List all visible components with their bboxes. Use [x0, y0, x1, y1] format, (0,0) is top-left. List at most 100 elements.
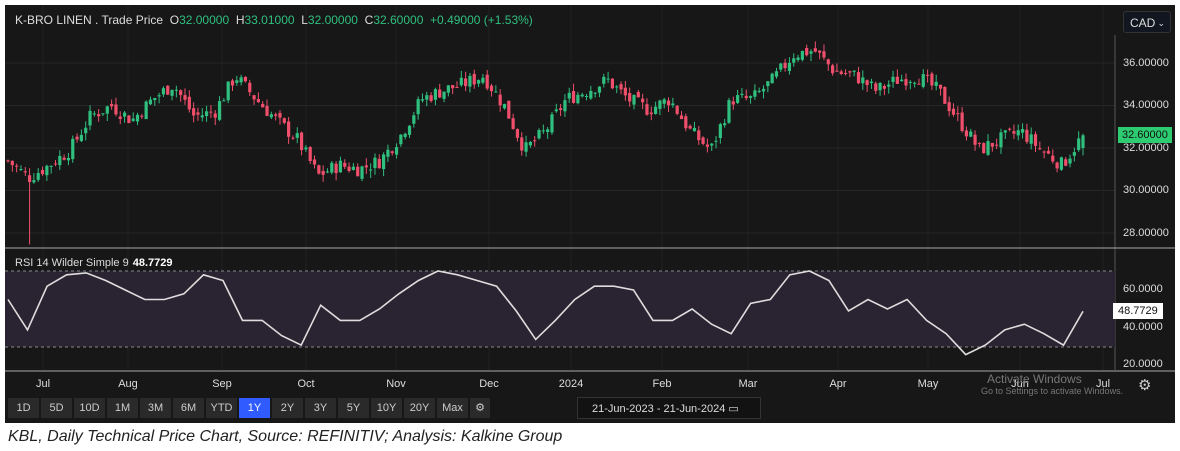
rsi-tick: 20.0000 — [1123, 358, 1163, 370]
candle-body — [343, 162, 347, 167]
candle-body — [84, 127, 88, 134]
month-label: Mar — [738, 378, 758, 390]
candle-body — [502, 103, 507, 109]
candle-body — [364, 165, 368, 168]
candle-body — [645, 104, 649, 115]
candle-body — [753, 90, 757, 97]
candle-body — [537, 130, 541, 139]
range-button-ytd[interactable]: YTD — [206, 398, 237, 418]
range-button-max[interactable]: Max — [437, 398, 468, 418]
candle-body — [973, 134, 977, 145]
candle-body — [632, 94, 636, 105]
range-button-5y[interactable]: 5Y — [338, 398, 369, 418]
candle-body — [792, 58, 796, 63]
candle-body — [891, 76, 895, 83]
candle-body — [524, 142, 528, 152]
candle-body — [813, 48, 817, 52]
range-button-3m[interactable]: 3M — [140, 398, 171, 418]
candle-body — [1025, 129, 1029, 142]
candle-body — [705, 144, 709, 147]
month-label: Oct — [297, 378, 315, 390]
range-button-1m[interactable]: 1M — [107, 398, 138, 418]
price-chart[interactable] — [5, 5, 1175, 423]
month-label: Apr — [829, 378, 847, 390]
range-button-5d[interactable]: 5D — [41, 398, 72, 418]
candle-body — [282, 118, 286, 123]
month-label: Jul — [35, 378, 51, 390]
month-label: Dec — [479, 378, 499, 390]
axis-settings-icon[interactable]: ⚙ — [1138, 376, 1151, 394]
candle-body — [192, 108, 196, 116]
range-button-10d[interactable]: 10D — [74, 398, 105, 418]
candle-body — [610, 78, 615, 89]
range-button-3y[interactable]: 3Y — [305, 398, 336, 418]
candle-body — [226, 81, 230, 101]
candle-body — [947, 102, 951, 112]
candle-body — [675, 105, 679, 114]
candle-body — [904, 79, 908, 86]
candle-body — [1042, 151, 1046, 153]
candle-body — [204, 111, 209, 117]
range-button-20y[interactable]: 20Y — [404, 398, 435, 418]
candle-body — [869, 81, 874, 84]
candle-body — [995, 144, 999, 146]
candle-body — [679, 115, 684, 120]
candle-body — [256, 99, 261, 103]
candle-body — [153, 97, 157, 101]
candle-body — [964, 130, 969, 137]
candle-body — [390, 151, 394, 154]
candle-body — [442, 91, 446, 99]
candle-body — [114, 104, 118, 115]
candle-body — [127, 115, 131, 124]
date-range-picker[interactable]: 21-Jun-2023 - 21-Jun-2024 ▭ — [577, 397, 761, 419]
settings-gear-icon[interactable]: ⚙ — [470, 398, 490, 418]
candle-body — [485, 74, 489, 89]
candle-body — [105, 106, 109, 114]
candle-body — [369, 169, 373, 171]
candle-body — [265, 105, 269, 116]
candle-body — [261, 103, 265, 108]
range-button-10y[interactable]: 10Y — [371, 398, 402, 418]
candle-body — [170, 89, 174, 96]
rsi-header: RSI 14 Wilder Simple 9 48.7729 — [15, 257, 172, 269]
rsi-tick: 60.0000 — [1123, 283, 1163, 295]
candle-body — [110, 103, 114, 107]
candle-body — [830, 65, 835, 74]
candle-body — [861, 77, 865, 84]
range-button-6m[interactable]: 6M — [173, 398, 204, 418]
month-label: Feb — [652, 378, 672, 390]
candle-body — [559, 108, 563, 111]
candle-body — [1051, 155, 1055, 162]
candle-body — [714, 140, 718, 142]
candle-body — [75, 136, 79, 140]
watermark-subtitle: Go to Settings to activate Windows. — [981, 386, 1124, 396]
candle-body — [420, 99, 425, 101]
range-button-1d[interactable]: 1D — [8, 398, 39, 418]
currency-select[interactable]: CAD ⌄ — [1123, 11, 1171, 33]
price-tick: 36.00000 — [1123, 57, 1169, 69]
candle-body — [960, 112, 964, 131]
candle-body — [308, 147, 312, 162]
candle-body — [809, 51, 813, 54]
candle-body — [386, 149, 390, 157]
price-tick: 30.00000 — [1123, 184, 1169, 196]
candle-body — [217, 101, 222, 120]
candle-body — [330, 162, 334, 173]
date-range-value: 21-Jun-2023 - 21-Jun-2024 — [592, 403, 726, 415]
candle-body — [800, 50, 804, 60]
candle-body — [546, 129, 550, 133]
candle-body — [252, 95, 256, 100]
candle-body — [727, 100, 731, 123]
range-button-2y[interactable]: 2Y — [272, 398, 303, 418]
candle-body — [278, 112, 282, 118]
candle-body — [196, 112, 200, 115]
candle-body — [550, 114, 554, 133]
candle-body — [925, 74, 930, 76]
candle-body — [347, 166, 351, 171]
candle-body — [697, 130, 701, 141]
candle-body — [183, 95, 187, 100]
high-value: 33.01000 — [244, 13, 295, 27]
candle-body — [140, 115, 144, 117]
range-button-1y[interactable]: 1Y — [239, 398, 270, 418]
candle-body — [209, 111, 213, 113]
